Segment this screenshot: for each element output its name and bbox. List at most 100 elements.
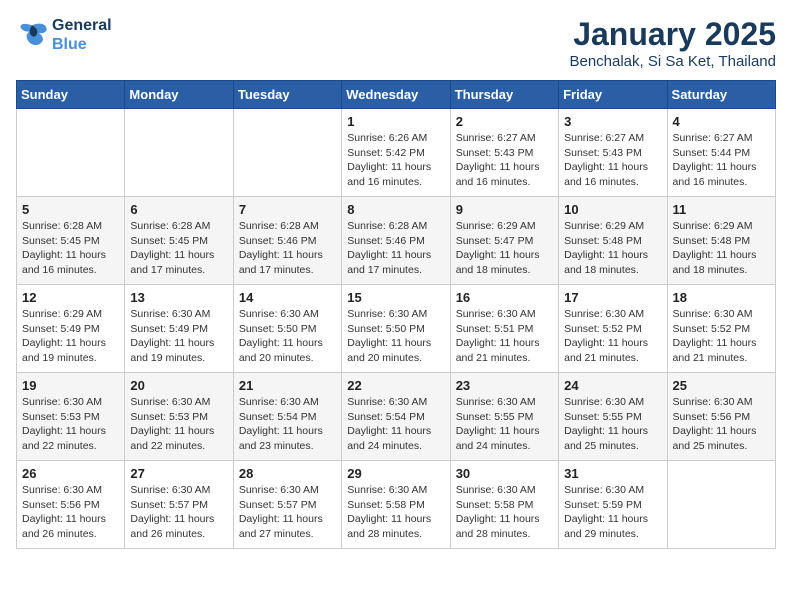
day-info: Sunrise: 6:30 AMSunset: 5:49 PMDaylight:… — [130, 307, 227, 366]
day-info: Sunrise: 6:29 AMSunset: 5:47 PMDaylight:… — [456, 219, 553, 278]
calendar-cell: 28 Sunrise: 6:30 AMSunset: 5:57 PMDayligh… — [233, 461, 341, 549]
day-info: Sunrise: 6:29 AMSunset: 5:48 PMDaylight:… — [564, 219, 661, 278]
calendar-cell: 11Sunrise: 6:29 AMSunset: 5:48 PMDayligh… — [667, 197, 775, 285]
day-number: 25 — [673, 378, 770, 393]
day-number: 20 — [130, 378, 227, 393]
page-header: General Blue January 2025 Benchalak, Si … — [16, 16, 776, 70]
day-number: 31 — [564, 466, 661, 481]
weekday-header-thursday: Thursday — [450, 81, 558, 109]
calendar-subtitle: Benchalak, Si Sa Ket, Thailand — [569, 53, 776, 70]
day-number: 23 — [456, 378, 553, 393]
day-info: Sunrise: 6:30 AMSunset: 5:52 PMDaylight:… — [564, 307, 661, 366]
day-info: Sunrise: 6:30 AMSunset: 5:50 PMDaylight:… — [239, 307, 336, 366]
calendar-cell: 15 Sunrise: 6:30 AMSunset: 5:50 PMDayligh… — [342, 285, 450, 373]
calendar-cell: 22 Sunrise: 6:30 AMSunset: 5:54 PMDayligh… — [342, 373, 450, 461]
weekday-header-friday: Friday — [559, 81, 667, 109]
calendar-cell: 29 Sunrise: 6:30 AMSunset: 5:58 PMDayligh… — [342, 461, 450, 549]
calendar-cell: 8 Sunrise: 6:28 AMSunset: 5:46 PMDaylight… — [342, 197, 450, 285]
calendar-cell: 16 Sunrise: 6:30 AMSunset: 5:51 PMDayligh… — [450, 285, 558, 373]
logo: General Blue — [16, 16, 112, 54]
logo-text-blue: Blue — [52, 35, 112, 54]
day-number: 15 — [347, 290, 444, 305]
day-number: 9 — [456, 202, 553, 217]
calendar-header-row: SundayMondayTuesdayWednesdayThursdayFrid… — [17, 81, 776, 109]
calendar-cell — [667, 461, 775, 549]
calendar-cell: 6 Sunrise: 6:28 AMSunset: 5:45 PMDaylight… — [125, 197, 233, 285]
calendar-cell: 21Sunrise: 6:30 AMSunset: 5:54 PMDayligh… — [233, 373, 341, 461]
day-info: Sunrise: 6:28 AMSunset: 5:46 PMDaylight:… — [239, 219, 336, 278]
day-number: 4 — [673, 114, 770, 129]
day-info: Sunrise: 6:30 AMSunset: 5:51 PMDaylight:… — [456, 307, 553, 366]
day-info: Sunrise: 6:30 AMSunset: 5:53 PMDaylight:… — [22, 395, 119, 454]
logo-text-general: General — [52, 16, 112, 35]
calendar-week-row: 26 Sunrise: 6:30 AMSunset: 5:56 PMDayligh… — [17, 461, 776, 549]
calendar-cell: 18Sunrise: 6:30 AMSunset: 5:52 PMDayligh… — [667, 285, 775, 373]
calendar-table: SundayMondayTuesdayWednesdayThursdayFrid… — [16, 80, 776, 549]
day-number: 26 — [22, 466, 119, 481]
calendar-cell: 7 Sunrise: 6:28 AMSunset: 5:46 PMDaylight… — [233, 197, 341, 285]
day-number: 13 — [130, 290, 227, 305]
calendar-cell: 14 Sunrise: 6:30 AMSunset: 5:50 PMDayligh… — [233, 285, 341, 373]
day-info: Sunrise: 6:30 AMSunset: 5:55 PMDaylight:… — [456, 395, 553, 454]
day-info: Sunrise: 6:30 AMSunset: 5:56 PMDaylight:… — [22, 483, 119, 542]
calendar-cell: 1Sunrise: 6:26 AMSunset: 5:42 PMDaylight… — [342, 109, 450, 197]
day-info: Sunrise: 6:30 AMSunset: 5:52 PMDaylight:… — [673, 307, 770, 366]
day-number: 30 — [456, 466, 553, 481]
calendar-cell: 20 Sunrise: 6:30 AMSunset: 5:53 PMDayligh… — [125, 373, 233, 461]
day-info: Sunrise: 6:28 AMSunset: 5:45 PMDaylight:… — [130, 219, 227, 278]
calendar-cell: 5 Sunrise: 6:28 AMSunset: 5:45 PMDaylight… — [17, 197, 125, 285]
calendar-cell: 30 Sunrise: 6:30 AMSunset: 5:58 PMDayligh… — [450, 461, 558, 549]
calendar-cell: 31Sunrise: 6:30 AMSunset: 5:59 PMDayligh… — [559, 461, 667, 549]
weekday-header-saturday: Saturday — [667, 81, 775, 109]
calendar-cell: 13 Sunrise: 6:30 AMSunset: 5:49 PMDayligh… — [125, 285, 233, 373]
calendar-week-row: 12 Sunrise: 6:29 AMSunset: 5:49 PMDayligh… — [17, 285, 776, 373]
day-info: Sunrise: 6:26 AMSunset: 5:42 PMDaylight:… — [347, 131, 444, 190]
logo-icon — [16, 21, 48, 49]
calendar-cell: 3Sunrise: 6:27 AMSunset: 5:43 PMDaylight… — [559, 109, 667, 197]
day-number: 7 — [239, 202, 336, 217]
day-info: Sunrise: 6:30 AMSunset: 5:58 PMDaylight:… — [347, 483, 444, 542]
day-number: 6 — [130, 202, 227, 217]
day-number: 29 — [347, 466, 444, 481]
day-number: 12 — [22, 290, 119, 305]
day-info: Sunrise: 6:30 AMSunset: 5:50 PMDaylight:… — [347, 307, 444, 366]
weekday-header-tuesday: Tuesday — [233, 81, 341, 109]
day-info: Sunrise: 6:30 AMSunset: 5:54 PMDaylight:… — [239, 395, 336, 454]
day-info: Sunrise: 6:28 AMSunset: 5:45 PMDaylight:… — [22, 219, 119, 278]
day-info: Sunrise: 6:30 AMSunset: 5:57 PMDaylight:… — [239, 483, 336, 542]
weekday-header-wednesday: Wednesday — [342, 81, 450, 109]
day-info: Sunrise: 6:27 AMSunset: 5:44 PMDaylight:… — [673, 131, 770, 190]
day-info: Sunrise: 6:27 AMSunset: 5:43 PMDaylight:… — [456, 131, 553, 190]
day-info: Sunrise: 6:30 AMSunset: 5:54 PMDaylight:… — [347, 395, 444, 454]
calendar-cell: 27Sunrise: 6:30 AMSunset: 5:57 PMDayligh… — [125, 461, 233, 549]
title-block: January 2025 Benchalak, Si Sa Ket, Thail… — [569, 16, 776, 70]
calendar-cell: 2 Sunrise: 6:27 AMSunset: 5:43 PMDaylight… — [450, 109, 558, 197]
day-info: Sunrise: 6:30 AMSunset: 5:53 PMDaylight:… — [130, 395, 227, 454]
calendar-cell: 10Sunrise: 6:29 AMSunset: 5:48 PMDayligh… — [559, 197, 667, 285]
day-number: 8 — [347, 202, 444, 217]
day-info: Sunrise: 6:29 AMSunset: 5:49 PMDaylight:… — [22, 307, 119, 366]
calendar-cell: 4 Sunrise: 6:27 AMSunset: 5:44 PMDaylight… — [667, 109, 775, 197]
day-number: 14 — [239, 290, 336, 305]
day-number: 28 — [239, 466, 336, 481]
day-number: 3 — [564, 114, 661, 129]
calendar-week-row: 5 Sunrise: 6:28 AMSunset: 5:45 PMDaylight… — [17, 197, 776, 285]
day-info: Sunrise: 6:28 AMSunset: 5:46 PMDaylight:… — [347, 219, 444, 278]
weekday-header-monday: Monday — [125, 81, 233, 109]
weekday-header-sunday: Sunday — [17, 81, 125, 109]
calendar-cell: 17Sunrise: 6:30 AMSunset: 5:52 PMDayligh… — [559, 285, 667, 373]
day-number: 5 — [22, 202, 119, 217]
calendar-cell: 23 Sunrise: 6:30 AMSunset: 5:55 PMDayligh… — [450, 373, 558, 461]
calendar-cell: 12 Sunrise: 6:29 AMSunset: 5:49 PMDayligh… — [17, 285, 125, 373]
day-number: 27 — [130, 466, 227, 481]
day-number: 22 — [347, 378, 444, 393]
calendar-cell: 9 Sunrise: 6:29 AMSunset: 5:47 PMDaylight… — [450, 197, 558, 285]
day-number: 2 — [456, 114, 553, 129]
day-number: 16 — [456, 290, 553, 305]
calendar-cell: 25Sunrise: 6:30 AMSunset: 5:56 PMDayligh… — [667, 373, 775, 461]
calendar-cell: 24Sunrise: 6:30 AMSunset: 5:55 PMDayligh… — [559, 373, 667, 461]
calendar-cell — [17, 109, 125, 197]
day-info: Sunrise: 6:30 AMSunset: 5:55 PMDaylight:… — [564, 395, 661, 454]
day-number: 11 — [673, 202, 770, 217]
day-info: Sunrise: 6:30 AMSunset: 5:58 PMDaylight:… — [456, 483, 553, 542]
